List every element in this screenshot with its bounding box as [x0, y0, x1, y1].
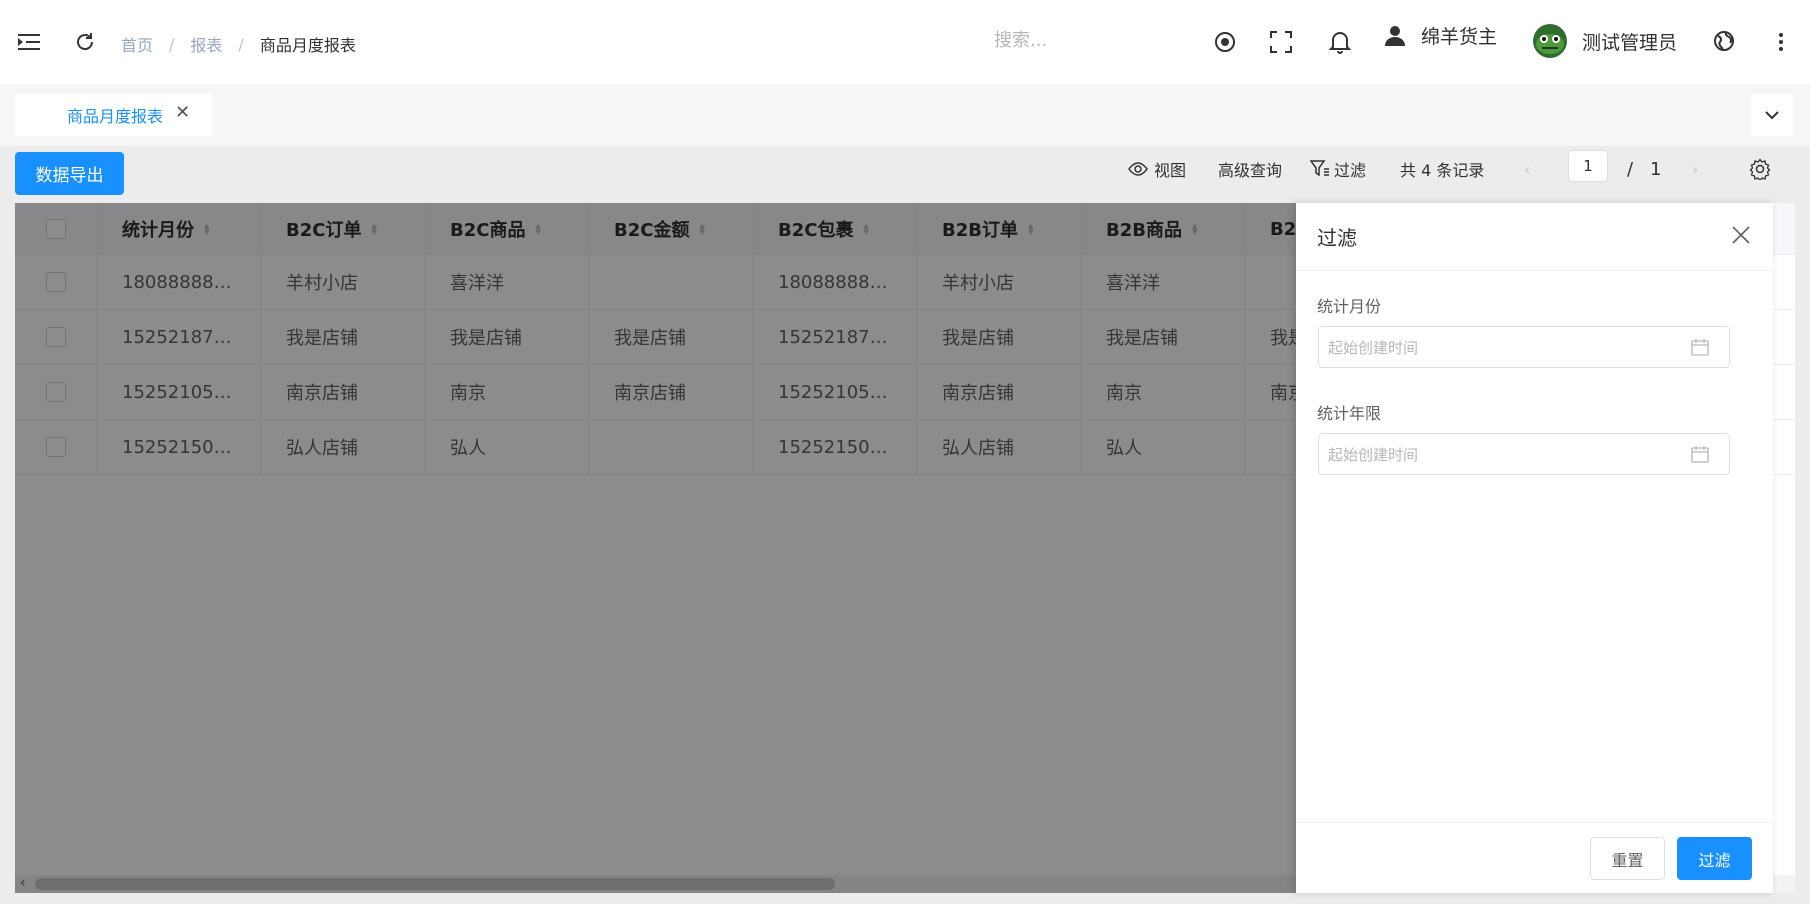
refresh-icon[interactable]	[72, 29, 98, 55]
tags-dropdown-button[interactable]	[1751, 94, 1793, 136]
user-icon	[1385, 25, 1405, 46]
record-count: 共 4 条记录	[1400, 161, 1485, 180]
bell-icon[interactable]	[1327, 29, 1353, 55]
shop-user[interactable]: 绵羊货主	[1383, 22, 1497, 49]
record-icon[interactable]	[1212, 29, 1238, 55]
filter-icon	[1310, 160, 1329, 177]
filter-button[interactable]: 过滤	[1310, 154, 1366, 184]
breadcrumb-current: 商品月度报表	[259, 36, 356, 55]
view-button[interactable]: 视图	[1128, 154, 1186, 184]
breadcrumb-separator: /	[238, 34, 244, 54]
top-header: 首页 / 报表 / 商品月度报表 搜索... 绵羊货主 测试管理员	[0, 0, 1810, 84]
tab-label: 商品月度报表	[67, 107, 164, 126]
breadcrumb-reports[interactable]: 报表	[190, 32, 222, 56]
reset-button[interactable]: 重置	[1590, 837, 1665, 880]
year-date-input[interactable]: 起始创建时间	[1318, 433, 1730, 475]
drawer-mask[interactable]	[15, 203, 1296, 893]
table-toolbar: 数据导出 视图 高级查询 过滤 共 4 条记录 ‹ 1 / 1 ›	[0, 146, 1810, 202]
advanced-query-button[interactable]: 高级查询	[1218, 154, 1282, 184]
eye-icon	[1128, 162, 1148, 176]
drawer-title: 过滤	[1317, 226, 1357, 250]
month-date-input[interactable]: 起始创建时间	[1318, 326, 1730, 368]
more-vertical-icon[interactable]	[1774, 29, 1788, 55]
avatar	[1533, 24, 1567, 58]
export-button[interactable]: 数据导出	[15, 152, 124, 195]
page-number-input[interactable]: 1	[1568, 150, 1608, 182]
filter-drawer: 过滤 统计月份 起始创建时间 统计年限 起始创建时间 重置 过滤	[1296, 203, 1773, 893]
tags-view-bar: 商品月度报表 ✕	[0, 84, 1810, 146]
calendar-icon	[1691, 446, 1709, 463]
settings-icon[interactable]	[1749, 154, 1771, 184]
close-icon[interactable]: ✕	[175, 102, 190, 123]
admin-user-name: 测试管理员	[1582, 31, 1678, 54]
apply-filter-button[interactable]: 过滤	[1677, 837, 1752, 880]
breadcrumb: 首页 / 报表 / 商品月度报表	[121, 32, 356, 56]
globe-icon[interactable]	[1711, 28, 1737, 54]
calendar-icon	[1691, 339, 1709, 356]
filter-label: 过滤	[1334, 161, 1367, 180]
menu-fold-icon[interactable]	[16, 30, 42, 54]
date-input-placeholder: 起始创建时间	[1328, 338, 1419, 357]
breadcrumb-separator: /	[169, 34, 175, 54]
date-input-placeholder: 起始创建时间	[1328, 445, 1419, 464]
tab-monthly-report[interactable]: 商品月度报表 ✕	[15, 94, 212, 136]
drawer-footer: 重置 过滤	[1296, 822, 1773, 893]
chevron-down-icon	[1765, 110, 1779, 119]
shop-user-name: 绵羊货主	[1421, 26, 1498, 48]
admin-user[interactable]: 测试管理员	[1533, 24, 1677, 58]
header-search-input[interactable]: 搜索...	[994, 26, 1154, 56]
drawer-header: 过滤	[1296, 203, 1773, 271]
close-icon[interactable]	[1729, 223, 1753, 247]
field-label: 统计年限	[1317, 404, 1382, 423]
view-label: 视图	[1154, 161, 1187, 180]
next-page-icon[interactable]: ›	[1692, 154, 1698, 184]
breadcrumb-home[interactable]: 首页	[121, 32, 153, 56]
prev-page-icon[interactable]: ‹	[1524, 154, 1530, 184]
fullscreen-icon[interactable]	[1268, 29, 1294, 55]
field-label: 统计月份	[1317, 297, 1382, 316]
page-separator: /	[1627, 158, 1634, 180]
total-pages: 1	[1650, 158, 1662, 180]
